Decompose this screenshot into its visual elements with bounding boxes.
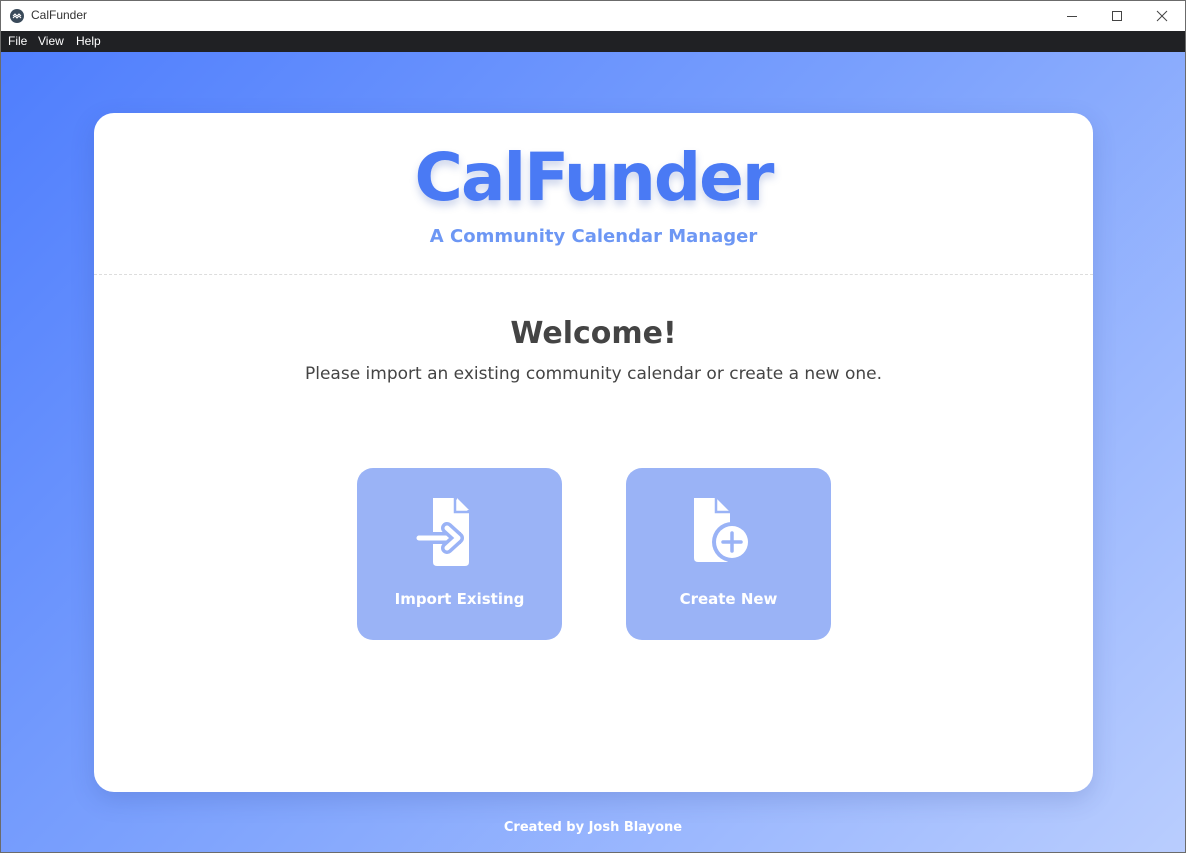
- create-new-label: Create New: [679, 590, 778, 608]
- close-button[interactable]: [1139, 1, 1185, 31]
- header-divider: [94, 274, 1093, 275]
- app-logo: CalFunder: [414, 139, 775, 216]
- menu-bar: File View Help: [1, 31, 1185, 52]
- welcome-card: CalFunder A Community Calendar Manager W…: [94, 113, 1093, 792]
- minimize-button[interactable]: [1049, 1, 1095, 31]
- title-bar[interactable]: CalFunder: [1, 1, 1185, 31]
- create-new-button[interactable]: Create New: [626, 468, 831, 640]
- close-icon: [1156, 10, 1168, 22]
- main-content: CalFunder A Community Calendar Manager W…: [1, 52, 1185, 852]
- app-icon: [10, 9, 24, 23]
- welcome-instruction: Please import an existing community cale…: [304, 364, 882, 384]
- app-subtitle: A Community Calendar Manager: [429, 226, 758, 247]
- menu-view[interactable]: View: [38, 34, 64, 48]
- file-import-icon: [416, 498, 469, 566]
- minimize-icon: [1067, 16, 1077, 17]
- menu-help[interactable]: Help: [76, 34, 101, 48]
- menu-file[interactable]: File: [8, 34, 27, 48]
- app-window: CalFunder File View Help CalFunder A Com…: [0, 0, 1186, 853]
- window-title: CalFunder: [31, 8, 88, 22]
- footer-credit: Created by Josh Blayone: [503, 820, 683, 835]
- maximize-button[interactable]: [1094, 1, 1140, 31]
- welcome-heading: Welcome!: [510, 316, 677, 351]
- maximize-icon: [1112, 11, 1122, 21]
- file-add-icon: [694, 498, 752, 562]
- import-existing-label: Import Existing: [394, 590, 525, 608]
- import-existing-button[interactable]: Import Existing: [357, 468, 562, 640]
